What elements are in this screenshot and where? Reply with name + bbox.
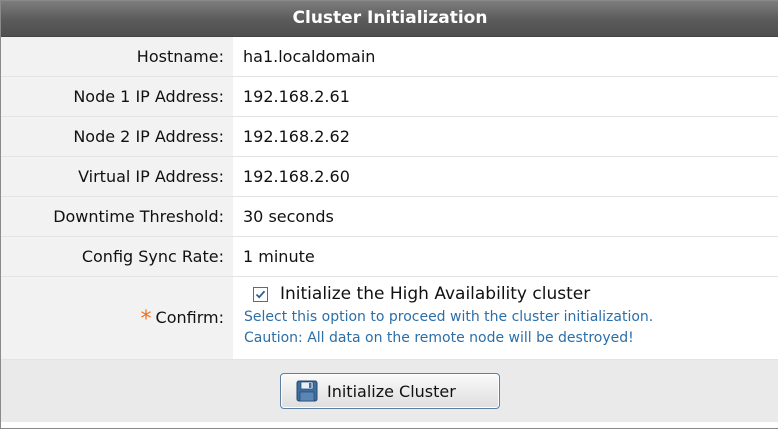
- virtual-ip-row: Virtual IP Address: 192.168.2.60: [1, 157, 778, 197]
- hostname-label: Hostname:: [1, 37, 233, 76]
- node1-ip-label: Node 1 IP Address:: [1, 77, 233, 116]
- virtual-ip-label: Virtual IP Address:: [1, 157, 233, 196]
- node1-ip-row: Node 1 IP Address: 192.168.2.61: [1, 77, 778, 117]
- button-footer: Initialize Cluster: [1, 360, 778, 422]
- cluster-init-panel: Cluster Initialization Hostname: ha1.loc…: [0, 0, 778, 429]
- help-text-line2: Caution: All data on the remote node wil…: [244, 330, 634, 346]
- config-sync-rate-row: Config Sync Rate: 1 minute: [1, 237, 778, 277]
- downtime-threshold-label: Downtime Threshold:: [1, 197, 233, 236]
- node1-ip-value: 192.168.2.61: [233, 77, 778, 116]
- config-sync-rate-value: 1 minute: [233, 237, 778, 276]
- config-sync-rate-label: Config Sync Rate:: [1, 237, 233, 276]
- node2-ip-row: Node 2 IP Address: 192.168.2.62: [1, 117, 778, 157]
- downtime-threshold-row: Downtime Threshold: 30 seconds: [1, 197, 778, 237]
- confirm-value-cell: Initialize the High Availability cluster…: [233, 277, 778, 359]
- confirm-checkbox-line: Initialize the High Availability cluster: [244, 281, 778, 307]
- help-text-line1: Select this option to proceed with the c…: [244, 309, 654, 325]
- initialize-cluster-button[interactable]: Initialize Cluster: [280, 373, 500, 409]
- node2-ip-value: 192.168.2.62: [233, 117, 778, 156]
- confirm-row: * Confirm: Initialize the High Availabili…: [1, 277, 778, 360]
- confirm-label-cell: * Confirm:: [1, 277, 233, 359]
- checkmark-icon: [255, 290, 266, 299]
- hostname-value: ha1.localdomain: [233, 37, 778, 76]
- initialize-cluster-checkbox[interactable]: [253, 286, 268, 302]
- initialize-cluster-button-label: Initialize Cluster: [327, 381, 456, 401]
- checkbox-label[interactable]: Initialize the High Availability cluster: [280, 284, 590, 304]
- downtime-threshold-value: 30 seconds: [233, 197, 778, 236]
- required-marker: *: [140, 307, 152, 332]
- node2-ip-label: Node 2 IP Address:: [1, 117, 233, 156]
- virtual-ip-value: 192.168.2.60: [233, 157, 778, 196]
- hostname-row: Hostname: ha1.localdomain: [1, 37, 778, 77]
- panel-title: Cluster Initialization: [1, 1, 778, 37]
- confirm-label: Confirm:: [155, 308, 224, 327]
- floppy-disk-icon: [296, 380, 318, 402]
